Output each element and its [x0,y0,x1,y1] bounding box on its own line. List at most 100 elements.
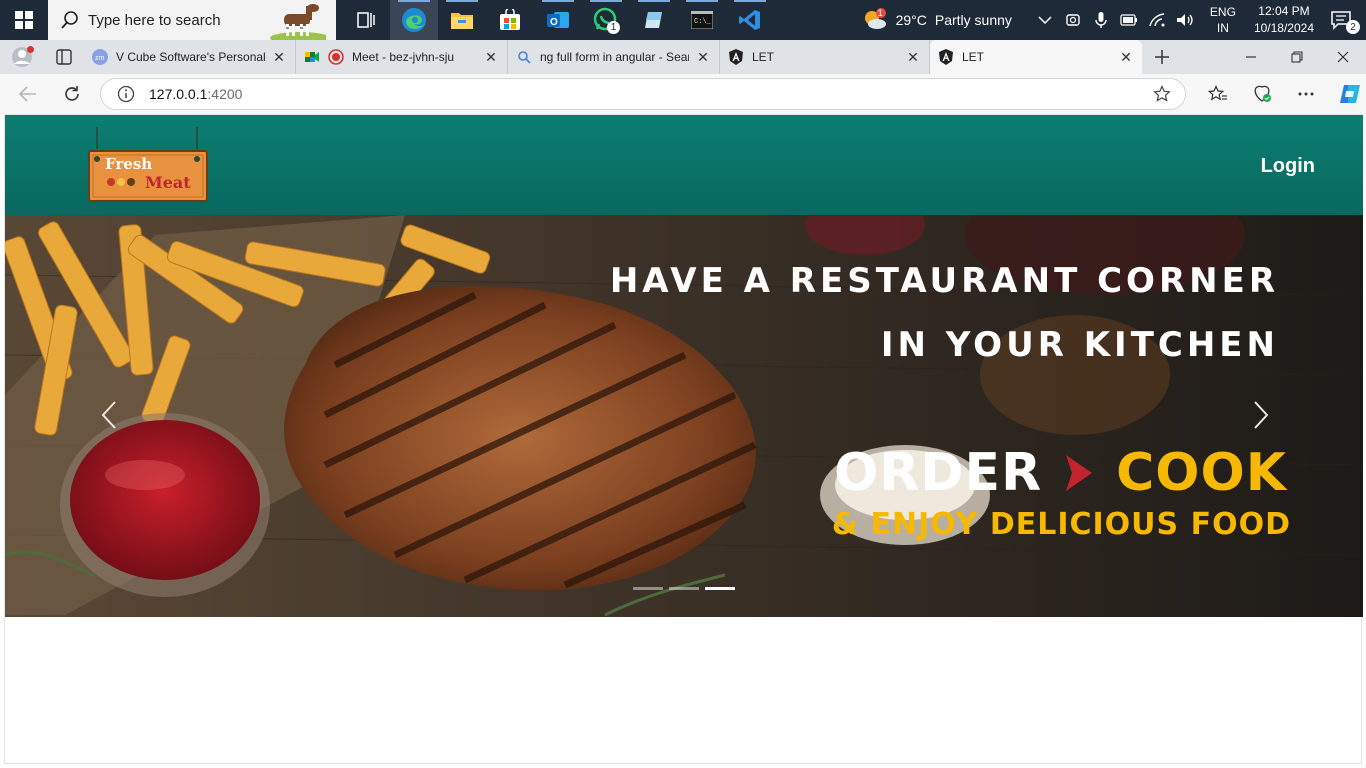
notification-center-icon[interactable]: 2 [1330,6,1360,34]
site-navbar: Fresh Meat Login [5,115,1363,215]
carousel-indicator-2[interactable] [669,587,699,590]
camera-icon[interactable] [1064,11,1082,29]
chevron-right-icon [1254,401,1269,429]
microphone-icon[interactable] [1092,11,1110,29]
weather-temp: 29°C [895,12,927,28]
task-view-icon[interactable] [342,0,390,40]
tab-vcube[interactable]: zm V Cube Software's Personal M ✕ [84,40,296,74]
recording-icon [328,49,344,65]
carousel-indicator-3[interactable] [705,587,735,590]
profile-avatar-icon[interactable] [0,40,44,74]
battery-icon[interactable] [1120,11,1138,29]
search-icon [516,49,532,65]
copilot-icon[interactable] [1328,74,1366,114]
carousel-indicators [633,587,735,590]
minimize-button[interactable] [1228,40,1274,74]
outlook-icon[interactable]: O [534,0,582,40]
tab-title: V Cube Software's Personal M [116,50,265,64]
tab-title: LET [962,50,985,64]
refresh-icon [65,86,79,101]
notes-app-icon[interactable] [630,0,678,40]
hero-carousel: HAVE A RESTAURANT CORNER IN YOUR KITCHEN… [5,215,1363,617]
hero-order-cook: ORDER COOK [834,443,1287,503]
svg-text:zm: zm [95,55,105,62]
hero-order: ORDER [834,443,1043,503]
url-input[interactable]: 127.0.0.1:4200 [100,78,1186,110]
profile-alert-dot [27,46,34,53]
weather-widget[interactable]: 1 29°C Partly sunny [862,8,1012,32]
carousel-next-button[interactable] [1241,395,1281,435]
svg-text:C:\_: C:\_ [694,18,712,26]
system-clock[interactable]: 12:04 PM 10/18/2024 [1254,3,1314,37]
close-tab-icon[interactable]: ✕ [695,49,711,65]
lang-line2: IN [1216,21,1229,35]
file-explorer-icon[interactable] [438,0,486,40]
chevron-up-icon[interactable] [1036,11,1054,29]
carousel-prev-button[interactable] [89,395,129,435]
whatsapp-badge: 1 [607,21,620,34]
hero-line1: HAVE A RESTAURANT CORNER [609,261,1279,301]
fresh-meat-logo[interactable]: Fresh Meat [87,127,211,207]
search-placeholder: Type here to search [88,11,221,29]
favorites-icon[interactable] [1196,74,1240,114]
edge-taskbar-icon[interactable] [390,0,438,40]
chevron-right-icon [1066,455,1093,491]
new-tab-button[interactable] [1142,40,1182,74]
address-bar-row: 127.0.0.1:4200 [0,74,1366,114]
windows-start-icon[interactable] [0,0,48,40]
close-tab-icon[interactable]: ✕ [483,49,499,65]
vscode-icon[interactable] [726,0,774,40]
partly-sunny-icon [864,8,886,29]
chevron-left-icon [101,401,116,429]
tab-title: Meet - bez-jvhn-sju [352,50,455,64]
windows-taskbar: Type here to search O 1 C:\_ 1 29°C Part… [0,0,1366,40]
angular-icon [728,49,744,65]
whatsapp-icon[interactable]: 1 [582,0,630,40]
back-arrow-icon [19,86,36,102]
svg-text:O: O [550,17,558,28]
web-page: Fresh Meat Login HAVE A RESTAURANT CORNE… [4,114,1363,764]
tab-meet[interactable]: Meet - bez-jvhn-sju ✕ [296,40,508,74]
url-port: :4200 [207,86,243,102]
url-host: 127.0.0.1 [149,86,208,102]
site-info-icon[interactable] [117,85,135,103]
login-link[interactable]: Login [1261,155,1315,178]
terminal-icon[interactable]: C:\_ [678,0,726,40]
hero-line2: IN YOUR KITCHEN [880,325,1279,365]
browser-essentials-icon[interactable] [1240,74,1284,114]
zoom-icon: zm [92,49,108,65]
favorite-star-icon[interactable] [1153,85,1171,103]
meet-icon [304,49,320,65]
more-menu-icon[interactable] [1284,74,1328,114]
logo-line2: Meat [145,173,191,192]
tab-let-1[interactable]: LET ✕ [720,40,930,74]
close-window-button[interactable] [1320,40,1366,74]
tab-title: LET [752,50,775,64]
tab-actions-icon[interactable] [44,40,84,74]
angular-icon [938,49,954,65]
volume-icon[interactable] [1176,11,1194,29]
carousel-indicator-1[interactable] [633,587,663,590]
okapi-illustration-icon [270,4,326,40]
hero-enjoy: & ENJOY DELICIOUS FOOD [831,507,1291,542]
wifi-icon[interactable] [1148,11,1166,29]
language-indicator[interactable]: ENG IN [1210,4,1236,36]
restore-button[interactable] [1274,40,1320,74]
browser-tab-strip: zm V Cube Software's Personal M ✕ Meet -… [0,40,1366,74]
close-tab-icon[interactable]: ✕ [905,49,921,65]
clock-time: 12:04 PM [1258,4,1310,18]
weather-alert-badge: 1 [877,8,883,18]
plus-icon [1155,50,1169,64]
tab-title: ng full form in angular - Sear [540,50,689,64]
back-button[interactable] [6,74,50,114]
clock-date: 10/18/2024 [1253,21,1314,35]
microsoft-store-icon[interactable] [486,0,534,40]
taskbar-search-input[interactable]: Type here to search [48,0,336,40]
refresh-button[interactable] [50,74,94,114]
tab-let-active[interactable]: LET ✕ [930,40,1142,74]
lang-line1: ENG [1209,5,1236,19]
search-icon [61,11,78,29]
tab-search[interactable]: ng full form in angular - Sear ✕ [508,40,720,74]
close-tab-icon[interactable]: ✕ [1118,49,1134,65]
close-tab-icon[interactable]: ✕ [271,49,287,65]
